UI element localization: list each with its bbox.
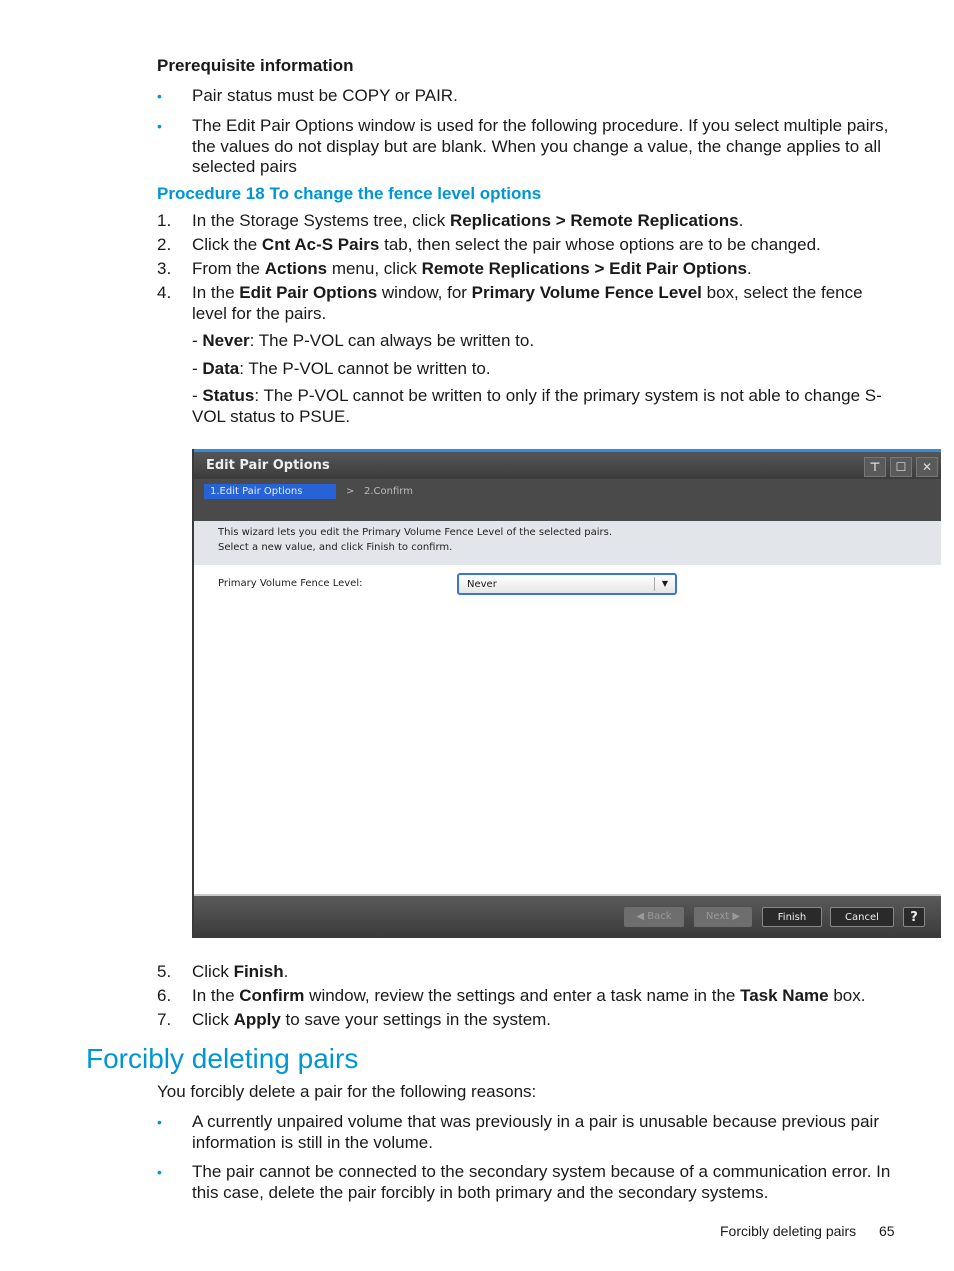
text: In the (192, 986, 240, 1005)
procedure-step: Click the Cnt Ac-S Pairs tab, then selec… (192, 235, 902, 256)
text: The pair cannot be connected to the seco… (192, 1162, 891, 1202)
footer-section: Forcibly deleting pairs (720, 1223, 857, 1239)
bold-text: Apply (233, 1010, 281, 1029)
text: window, review the settings and enter a … (304, 986, 741, 1005)
fence-option-status: - Status: The P-VOL cannot be written to… (192, 386, 902, 427)
procedure-step: In the Edit Pair Options window, for Pri… (192, 283, 902, 324)
fence-level-value: Never (467, 579, 497, 590)
text: window, for (377, 283, 472, 302)
chevron-down-icon[interactable]: ▼ (654, 577, 675, 591)
dialog-titlebar: Edit Pair Options ⊤ ☐ ✕ (194, 452, 941, 479)
text: tab, then select the pair whose options … (379, 235, 821, 254)
wizard-description: This wizard lets you edit the Primary Vo… (194, 521, 941, 565)
text: The Edit Pair Options window is used for… (192, 116, 889, 176)
text: . (747, 259, 752, 278)
step-edit-pair-options: 1.Edit Pair Options (204, 484, 336, 499)
back-button[interactable]: ◀ Back (624, 907, 684, 927)
pin-icon[interactable]: ⊤ (864, 457, 886, 477)
prereq-bullet: Pair status must be COPY or PAIR. (192, 86, 902, 107)
fence-level-label: Primary Volume Fence Level: (218, 578, 363, 589)
bold-text: Cnt Ac-S Pairs (261, 235, 380, 254)
bold-text: Never (202, 331, 250, 350)
cancel-button[interactable]: Cancel (830, 907, 894, 927)
text: - (192, 331, 203, 350)
text: : The P-VOL can always be written to. (249, 331, 535, 350)
text: From the (192, 259, 265, 278)
step-number: 5. (157, 962, 172, 981)
close-icon[interactable]: ✕ (916, 457, 938, 477)
step-number: 4. (157, 283, 172, 302)
fence-level-select[interactable]: Never ▼ (457, 573, 677, 595)
procedure-title: Procedure 18 To change the fence level o… (157, 184, 542, 203)
page-number: 65 (879, 1223, 895, 1239)
bold-text: Data (202, 359, 240, 378)
description-line: This wizard lets you edit the Primary Vo… (218, 527, 613, 538)
help-icon[interactable]: ? (903, 907, 925, 927)
text: : The P-VOL cannot be written to. (239, 359, 491, 378)
text: In the Storage Systems tree, click (192, 211, 450, 230)
maximize-icon[interactable]: ☐ (890, 457, 912, 477)
next-button[interactable]: Next ▶ (694, 907, 752, 927)
step-number: 7. (157, 1010, 172, 1029)
text: In the (192, 283, 240, 302)
section-heading: Forcibly deleting pairs (86, 1043, 359, 1074)
description-line: Select a new value, and click Finish to … (218, 542, 453, 553)
bold-text: Finish (233, 962, 284, 981)
procedure-step: Click Finish. (192, 962, 902, 983)
step-number: 3. (157, 259, 172, 278)
text: to save your settings in the system. (280, 1010, 552, 1029)
dialog-footer: ◀ Back Next ▶ Finish Cancel ? (194, 894, 941, 938)
text: - (192, 386, 203, 405)
bullet-icon: • (157, 118, 162, 134)
wizard-steps: 1.Edit Pair Options > 2.Confirm (194, 479, 941, 521)
text: . (738, 211, 744, 230)
step-number: 2. (157, 235, 172, 254)
bold-text: Primary Volume Fence Level (471, 283, 702, 302)
text: Click (192, 962, 234, 981)
procedure-step: In the Confirm window, review the settin… (192, 986, 902, 1007)
bold-text: Status (202, 386, 255, 405)
procedure-step: In the Storage Systems tree, click Repli… (192, 211, 902, 232)
section-intro: You forcibly delete a pair for the follo… (157, 1082, 537, 1101)
step-confirm: 2.Confirm (364, 486, 413, 497)
prerequisite-heading: Prerequisite information (157, 56, 354, 75)
text: Pair status must be COPY or PAIR. (192, 86, 458, 105)
bold-text: Replications > Remote Replications (449, 211, 739, 230)
bullet-icon: • (157, 1114, 162, 1130)
text: Click the (192, 235, 262, 254)
fence-option-never: - Never: The P-VOL can always be written… (192, 331, 902, 352)
text: : The P-VOL cannot be written to only if… (192, 386, 882, 426)
text: menu, click (327, 259, 422, 278)
procedure-step: From the Actions menu, click Remote Repl… (192, 259, 902, 280)
section-bullet: A currently unpaired volume that was pre… (192, 1112, 902, 1153)
procedure-step: Click Apply to save your settings in the… (192, 1010, 902, 1031)
dialog-title: Edit Pair Options (206, 458, 330, 473)
bold-text: Task Name (740, 986, 829, 1005)
bullet-icon: • (157, 88, 162, 104)
bold-text: Actions (264, 259, 328, 278)
fence-option-data: - Data: The P-VOL cannot be written to. (192, 359, 902, 380)
text: box. (828, 986, 866, 1005)
bold-text: Remote Replications > Edit Pair Options (421, 259, 748, 278)
text: . (283, 962, 289, 981)
bullet-icon: • (157, 1164, 162, 1180)
prereq-bullet: The Edit Pair Options window is used for… (192, 116, 902, 178)
bold-text: Edit Pair Options (239, 283, 378, 302)
text: A currently unpaired volume that was pre… (192, 1112, 879, 1152)
text: Click (192, 1010, 234, 1029)
step-number: 6. (157, 986, 172, 1005)
bold-text: Confirm (239, 986, 305, 1005)
text: - (192, 359, 203, 378)
edit-pair-options-dialog: Edit Pair Options ⊤ ☐ ✕ 1.Edit Pair Opti… (192, 449, 941, 938)
section-bullet: The pair cannot be connected to the seco… (192, 1162, 902, 1203)
step-separator: > (346, 486, 355, 497)
step-number: 1. (157, 211, 172, 230)
finish-button[interactable]: Finish (762, 907, 822, 927)
